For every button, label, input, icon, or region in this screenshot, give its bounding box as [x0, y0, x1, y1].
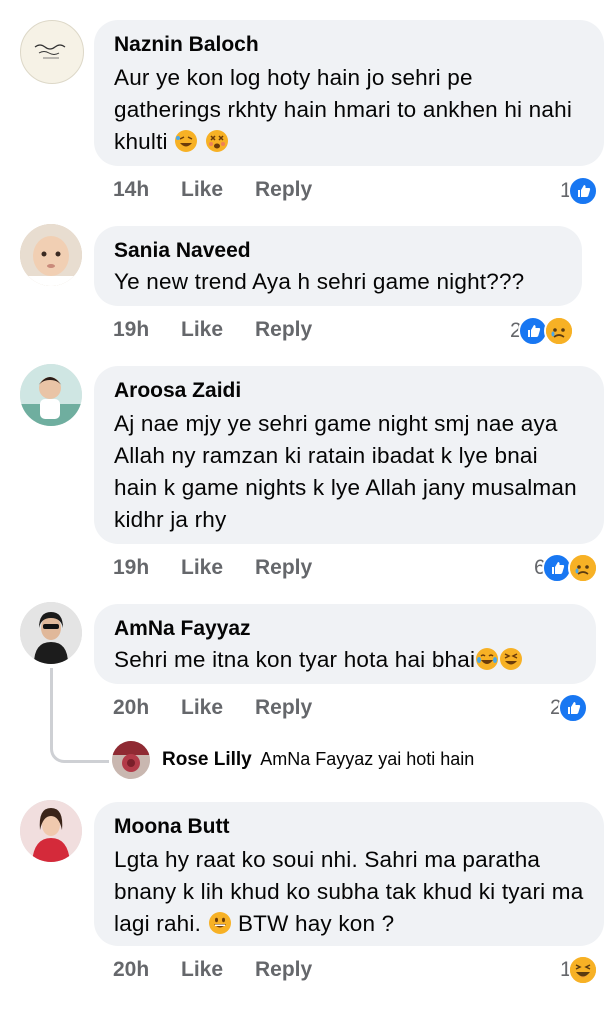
avatar-sania-naveed[interactable]	[20, 224, 82, 286]
reply-button[interactable]: Reply	[255, 318, 312, 342]
avatar-rose-lilly[interactable]	[112, 741, 150, 779]
comment-actions: 20h Like Reply	[113, 696, 312, 720]
laughing-emoji-icon	[499, 647, 523, 680]
like-reaction-icon	[557, 693, 588, 723]
sad-reaction-icon	[543, 316, 574, 346]
dizzy-face-emoji-icon	[205, 129, 229, 162]
comment-author[interactable]: Naznin Baloch	[114, 32, 584, 58]
comment-text: Sehri me itna kon tyar hota hai bhai	[114, 644, 576, 680]
comment-timestamp[interactable]: 19h	[113, 318, 181, 342]
comment-text: Aj nae mjy ye sehri game night smj nae a…	[114, 411, 577, 532]
comment-author[interactable]: Moona Butt	[114, 814, 584, 840]
child-photo-icon	[20, 364, 82, 426]
reaction-summary[interactable]: 2	[550, 693, 588, 723]
comment-actions: 19h Like Reply	[113, 556, 312, 580]
reply-button[interactable]: Reply	[255, 696, 312, 720]
grinning-emoji-icon	[208, 911, 232, 944]
reply-button[interactable]: Reply	[255, 556, 312, 580]
calligraphy-avatar-icon	[34, 44, 66, 59]
comment-bubble: Sania Naveed Ye new trend Aya h sehri ga…	[94, 226, 582, 306]
avatar-moona-butt[interactable]	[20, 800, 82, 862]
reaction-summary[interactable]: 1	[560, 955, 598, 985]
comment-text-tail: BTW hay kon ?	[237, 911, 395, 936]
avatar-aroosa-zaidi[interactable]	[20, 364, 82, 426]
like-button[interactable]: Like	[181, 318, 255, 342]
comment-actions: 14h Like Reply	[113, 178, 312, 202]
reaction-summary[interactable]: 6	[534, 553, 598, 583]
reply-preview[interactable]: Rose Lilly AmNa Fayyaz yai hoti hain	[162, 749, 474, 771]
reply-button[interactable]: Reply	[255, 958, 312, 982]
rose-photo-icon	[112, 741, 150, 779]
comment-actions: 20h Like Reply	[113, 958, 312, 982]
like-reaction-icon	[567, 176, 598, 206]
avatar-amna-fayyaz[interactable]	[20, 602, 82, 664]
like-button[interactable]: Like	[181, 178, 255, 202]
comment-text: Ye new trend Aya h sehri game night???	[114, 269, 525, 294]
reply-button[interactable]: Reply	[255, 178, 312, 202]
reply-thread-line	[50, 668, 109, 763]
like-button[interactable]: Like	[181, 556, 255, 580]
haha-reaction-icon	[567, 955, 598, 985]
comment-text-body: Sehri me itna kon tyar hota hai bhai	[114, 647, 476, 672]
sad-reaction-icon	[567, 553, 598, 583]
comment-bubble: AmNa Fayyaz Sehri me itna kon tyar hota …	[94, 604, 596, 684]
reaction-summary[interactable]: 1	[560, 176, 598, 206]
tears-of-joy-emoji-icon	[475, 647, 499, 680]
comment-actions: 19h Like Reply	[113, 318, 312, 342]
comment-text: Aur ye kon log hoty hain jo sehri pe gat…	[114, 62, 584, 162]
comment-bubble: Naznin Baloch Aur ye kon log hoty hain j…	[94, 20, 604, 166]
comment-bubble: Moona Butt Lgta hy raat ko soui nhi. Sah…	[94, 802, 604, 946]
comment-timestamp[interactable]: 14h	[113, 178, 181, 202]
reply-text: AmNa Fayyaz yai hoti hain	[260, 749, 475, 769]
like-button[interactable]: Like	[181, 696, 255, 720]
like-button[interactable]: Like	[181, 958, 255, 982]
reaction-summary[interactable]: 2	[510, 316, 574, 346]
comment-bubble: Aroosa Zaidi Aj nae mjy ye sehri game ni…	[94, 366, 604, 544]
comment-author[interactable]: Sania Naveed	[114, 238, 562, 264]
comment-author[interactable]: Aroosa Zaidi	[114, 378, 584, 404]
comment-author[interactable]: AmNa Fayyaz	[114, 616, 576, 642]
reply-author[interactable]: Rose Lilly	[162, 749, 252, 770]
comment-timestamp[interactable]: 19h	[113, 556, 181, 580]
rofl-emoji-icon	[174, 129, 198, 162]
woman-red-dress-photo-icon	[20, 800, 82, 862]
comment-timestamp[interactable]: 20h	[113, 958, 181, 982]
comment-timestamp[interactable]: 20h	[113, 696, 181, 720]
baby-photo-icon	[20, 224, 82, 286]
woman-photo-icon	[20, 602, 82, 664]
comment-text: Lgta hy raat ko soui nhi. Sahri ma parat…	[114, 844, 584, 944]
avatar-naznin-baloch[interactable]	[20, 20, 84, 84]
